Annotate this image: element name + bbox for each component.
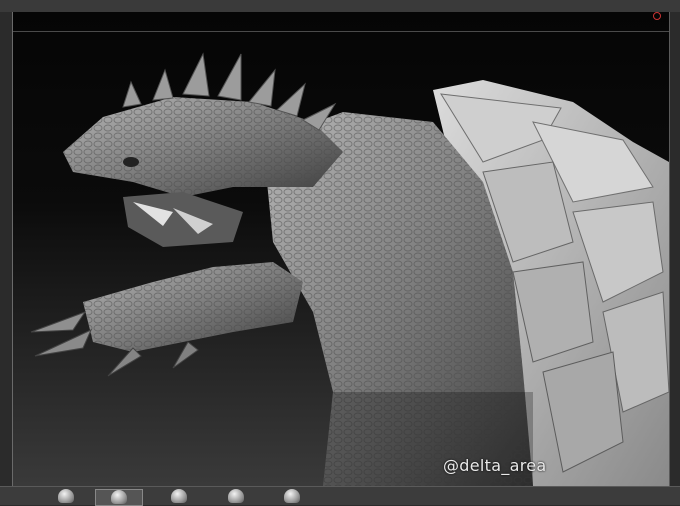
brush-4-icon: [228, 489, 244, 503]
brush-thumbnail-5[interactable]: [278, 489, 306, 504]
artist-watermark: @delta_area: [443, 456, 547, 475]
sculpt-viewport[interactable]: @delta_area: [12, 12, 670, 487]
brush-1-icon: [58, 489, 74, 503]
creature-arm: [30, 262, 303, 377]
brush-2-icon: [111, 490, 127, 504]
brush-thumbnail-4[interactable]: [222, 489, 250, 504]
brush-thumbnail-2[interactable]: [95, 489, 143, 506]
brush-thumbnail-3[interactable]: [165, 489, 193, 504]
brush-3-icon: [171, 489, 187, 503]
brush-thumbnail-1[interactable]: [52, 489, 80, 504]
top-toolbar-strip: [0, 0, 680, 12]
sculpted-creature-model[interactable]: [13, 12, 669, 486]
brush-5-icon: [284, 489, 300, 503]
